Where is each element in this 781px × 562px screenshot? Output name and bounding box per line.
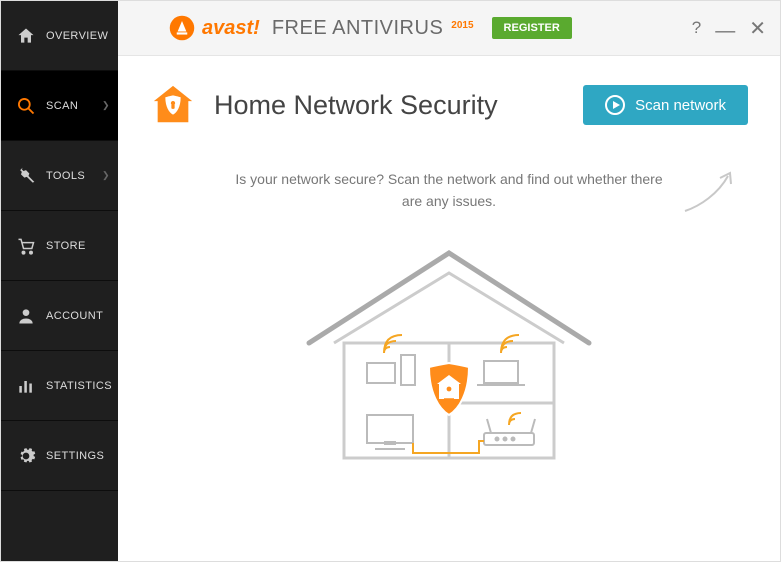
help-icon[interactable]: ? (692, 18, 701, 38)
sidebar-item-label: OVERVIEW (46, 30, 108, 42)
sidebar-item-label: SCAN (46, 100, 78, 112)
home-icon (15, 25, 37, 47)
intro-text: Is your network secure? Scan the network… (229, 168, 669, 213)
topbar: avast! FREE ANTIVIRUS 2015 REGISTER ? — … (118, 1, 780, 56)
tools-icon (15, 165, 37, 187)
register-button[interactable]: REGISTER (492, 17, 572, 39)
sidebar-item-tools[interactable]: TOOLS ❯ (1, 141, 118, 211)
sidebar-item-settings[interactable]: SETTINGS (1, 421, 118, 491)
page-title: Home Network Security (214, 90, 498, 121)
play-icon (605, 95, 625, 115)
cart-icon (15, 235, 37, 257)
brand: avast! FREE ANTIVIRUS 2015 (168, 14, 474, 42)
sidebar-item-store[interactable]: STORE (1, 211, 118, 281)
scan-network-button[interactable]: Scan network (583, 85, 748, 125)
brand-year: 2015 (451, 20, 473, 31)
sidebar-item-scan[interactable]: SCAN ❯ (1, 71, 118, 141)
person-icon (15, 305, 37, 327)
network-illustration (150, 233, 748, 473)
sidebar-item-statistics[interactable]: STATISTICS (1, 351, 118, 421)
brand-sub: FREE ANTIVIRUS (272, 17, 443, 40)
window-controls: ? — ✕ (692, 16, 766, 41)
page-header: Home Network Security Scan network (150, 82, 748, 128)
brand-name: avast! (202, 17, 260, 40)
close-icon[interactable]: ✕ (749, 16, 766, 41)
sidebar-item-label: STORE (46, 240, 86, 252)
gear-icon (15, 445, 37, 467)
sidebar-item-label: STATISTICS (46, 380, 112, 392)
arrow-hint-icon (680, 166, 740, 221)
content: Home Network Security Scan network Is yo… (118, 56, 780, 561)
sidebar-item-account[interactable]: ACCOUNT (1, 281, 118, 351)
app-window: OVERVIEW SCAN ❯ TOOLS ❯ STORE (0, 0, 781, 562)
bars-icon (15, 375, 37, 397)
magnifier-icon (15, 95, 37, 117)
sidebar-item-label: TOOLS (46, 170, 85, 182)
home-shield-icon (150, 82, 196, 128)
chevron-right-icon: ❯ (102, 100, 110, 111)
sidebar-item-overview[interactable]: OVERVIEW (1, 1, 118, 71)
sidebar-item-label: SETTINGS (46, 450, 104, 462)
avast-logo-icon (168, 14, 196, 42)
sidebar: OVERVIEW SCAN ❯ TOOLS ❯ STORE (1, 1, 118, 561)
minimize-icon[interactable]: — (715, 28, 735, 34)
chevron-right-icon: ❯ (102, 170, 110, 181)
scan-network-label: Scan network (635, 97, 726, 114)
sidebar-item-label: ACCOUNT (46, 310, 103, 322)
main-area: avast! FREE ANTIVIRUS 2015 REGISTER ? — … (118, 1, 780, 561)
